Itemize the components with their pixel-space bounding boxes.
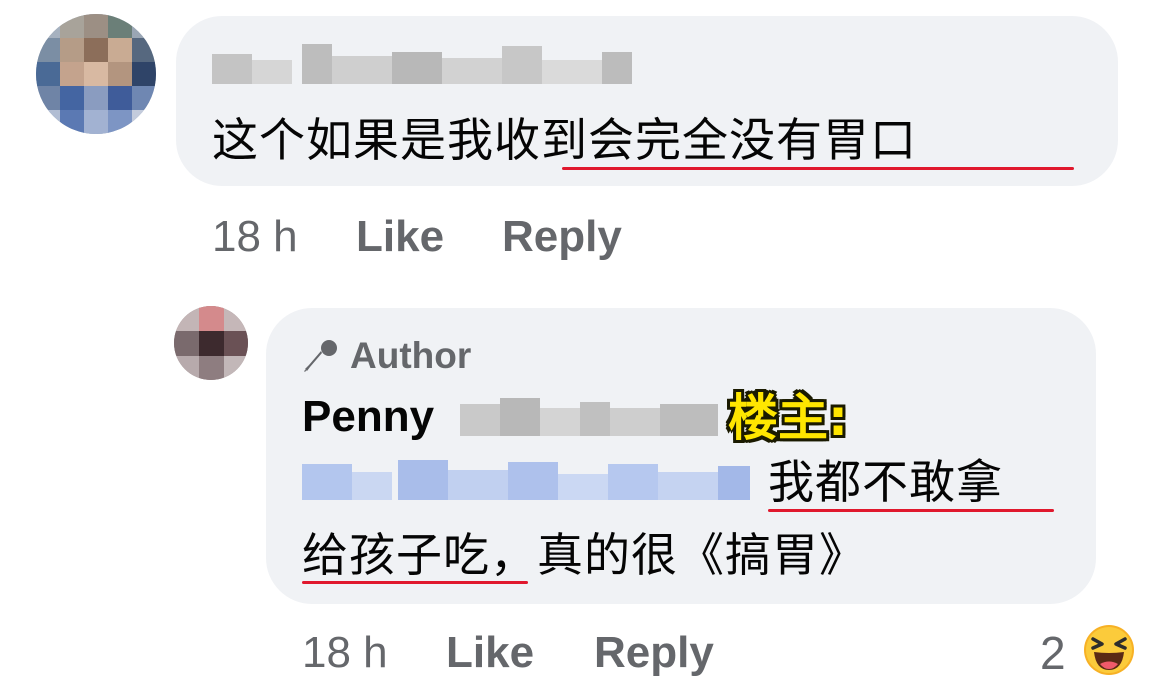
reply-text-plain: ，真的很《搞胃》 [490,528,866,582]
reply-text-line2: 给孩子吃，真的很《搞胃》 [302,527,866,583]
reaction-count[interactable]: 2 [1040,626,1066,680]
commenter-avatar[interactable] [36,14,156,134]
red-underline [302,581,528,584]
blurred-mention-tag[interactable] [302,460,750,500]
like-button[interactable]: Like [356,212,444,262]
microphone-icon [304,340,337,372]
blurred-author-surname[interactable] [460,398,718,436]
like-button[interactable]: Like [446,628,534,678]
comment-text-underlined: 收到会完全没有胃口 [494,113,917,167]
red-underline [768,509,1054,512]
reply-timestamp: 18 h [302,628,388,677]
blurred-commenter-name[interactable] [212,44,632,84]
author-badge: Author [302,334,471,378]
comment-text-plain: 这个如果是我 [212,113,494,167]
comment-timestamp: 18 h [212,212,298,261]
author-name[interactable]: Penny [302,392,434,442]
reply-button[interactable]: Reply [502,212,622,262]
reply-text-line1: 我都不敢拿 [768,455,1003,509]
red-underline [562,167,1074,170]
reply-button[interactable]: Reply [594,628,714,678]
haha-emoji-icon[interactable] [1083,624,1135,676]
author-avatar[interactable] [174,306,248,380]
op-annotation-label: 楼主: [728,389,848,447]
author-badge-label: Author [350,335,472,376]
comment-text: 这个如果是我收到会完全没有胃口 [212,112,917,168]
reply-text-underlined: 给孩子吃 [302,528,490,582]
